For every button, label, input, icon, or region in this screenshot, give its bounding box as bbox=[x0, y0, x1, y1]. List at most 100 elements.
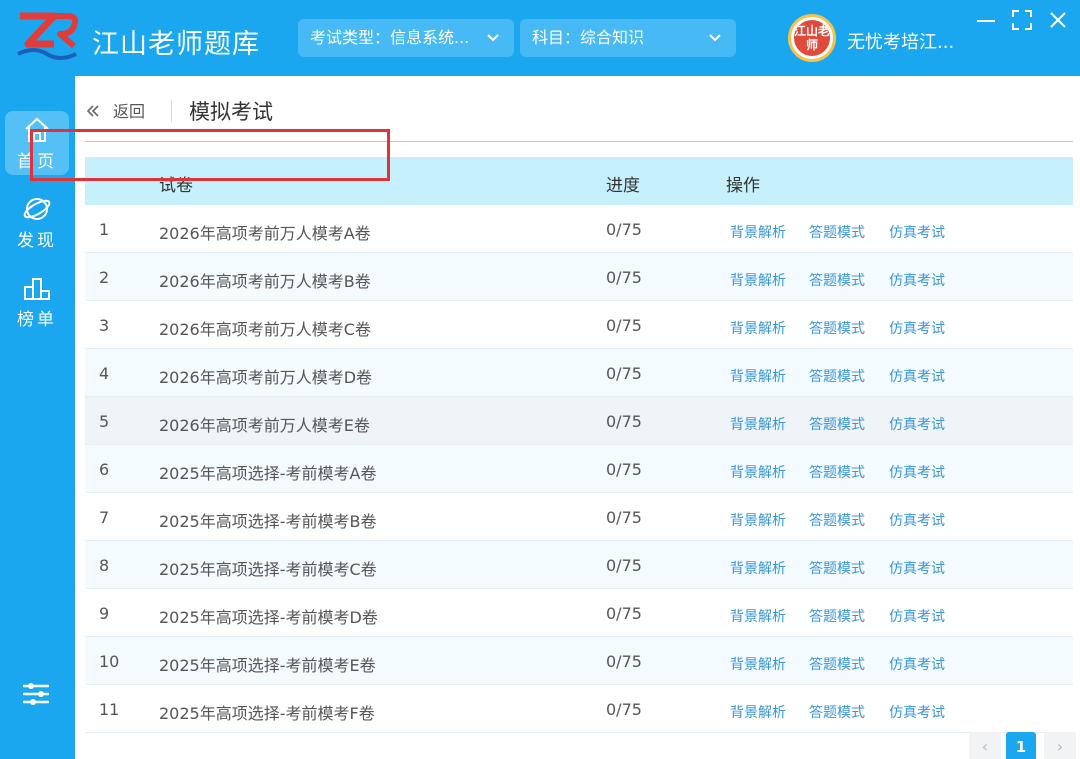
app-title: 江山老师题库 bbox=[92, 29, 260, 60]
background-analysis-link[interactable]: 背景解析 bbox=[730, 462, 786, 482]
progress-value: 0/75 bbox=[606, 460, 642, 479]
background-analysis-link[interactable]: 背景解析 bbox=[730, 558, 786, 578]
paper-name: 2025年高项选择-考前模考D卷 bbox=[159, 608, 378, 627]
background-analysis-link[interactable]: 背景解析 bbox=[730, 270, 786, 290]
background-analysis-link[interactable]: 背景解析 bbox=[730, 654, 786, 674]
paper-name: 2026年高项考前万人模考E卷 bbox=[159, 416, 370, 435]
discover-icon bbox=[23, 198, 51, 220]
row-index: 6 bbox=[99, 460, 110, 479]
background-analysis-link[interactable]: 背景解析 bbox=[730, 606, 786, 626]
answer-mode-link[interactable]: 答题模式 bbox=[809, 222, 865, 242]
table-row[interactable]: 11 2025年高项选择-考前模考F卷 0/75 背景解析 答题模式 仿真考试 bbox=[85, 685, 1073, 733]
answer-mode-link[interactable]: 答题模式 bbox=[809, 414, 865, 434]
progress-value: 0/75 bbox=[606, 364, 642, 383]
avatar[interactable]: 江山老师 bbox=[788, 14, 836, 62]
exam-type-value: 考试类型：信息系统... bbox=[310, 28, 470, 47]
sidebar-item-label: 发现 bbox=[17, 231, 57, 251]
answer-mode-link[interactable]: 答题模式 bbox=[809, 702, 865, 722]
page-title: 模拟考试 bbox=[189, 100, 273, 124]
settings-sliders-icon[interactable] bbox=[20, 678, 52, 710]
table-body: 1 2026年高项考前万人模考A卷 0/75 背景解析 答题模式 仿真考试 2 2026年高项… bbox=[85, 205, 1073, 733]
background-analysis-link[interactable]: 背景解析 bbox=[730, 414, 786, 434]
sidebar-item-discover[interactable]: 发现 bbox=[5, 190, 69, 254]
background-analysis-link[interactable]: 背景解析 bbox=[730, 222, 786, 242]
mock-exam-link[interactable]: 仿真考试 bbox=[889, 702, 945, 722]
row-index: 1 bbox=[99, 220, 110, 239]
pager-next-button[interactable]: › bbox=[1044, 732, 1076, 759]
table-row[interactable]: 5 2026年高项考前万人模考E卷 0/75 背景解析 答题模式 仿真考试 bbox=[85, 397, 1073, 445]
answer-mode-link[interactable]: 答题模式 bbox=[809, 654, 865, 674]
mock-exam-link[interactable]: 仿真考试 bbox=[889, 510, 945, 530]
double-chevron-left-icon bbox=[86, 105, 99, 117]
background-analysis-link[interactable]: 背景解析 bbox=[730, 510, 786, 530]
progress-value: 0/75 bbox=[606, 508, 642, 527]
mock-exam-link[interactable]: 仿真考试 bbox=[889, 654, 945, 674]
progress-value: 0/75 bbox=[606, 220, 642, 239]
background-analysis-link[interactable]: 背景解析 bbox=[730, 702, 786, 722]
answer-mode-link[interactable]: 答题模式 bbox=[809, 462, 865, 482]
mock-exam-link[interactable]: 仿真考试 bbox=[889, 270, 945, 290]
table-row[interactable]: 4 2026年高项考前万人模考D卷 0/75 背景解析 答题模式 仿真考试 bbox=[85, 349, 1073, 397]
row-index: 4 bbox=[99, 364, 110, 383]
paper-name: 2025年高项选择-考前模考F卷 bbox=[159, 704, 375, 723]
paper-name: 2026年高项考前万人模考A卷 bbox=[159, 224, 371, 243]
sidebar-item-ranking[interactable]: 榜单 bbox=[5, 269, 69, 333]
background-analysis-link[interactable]: 背景解析 bbox=[730, 366, 786, 386]
pager-prev-button[interactable]: ‹ bbox=[969, 732, 1001, 759]
header-actions: 操作 bbox=[726, 176, 760, 196]
answer-mode-link[interactable]: 答题模式 bbox=[809, 366, 865, 386]
table-row[interactable]: 6 2025年高项选择-考前模考A卷 0/75 背景解析 答题模式 仿真考试 bbox=[85, 445, 1073, 493]
row-index: 5 bbox=[99, 412, 110, 431]
app-window: 江山老师题库 考试类型：信息系统... 科目：综合知识 江山老师 无忧考培江..… bbox=[0, 0, 1080, 759]
mock-exam-link[interactable]: 仿真考试 bbox=[889, 462, 945, 482]
table-row[interactable]: 8 2025年高项选择-考前模考C卷 0/75 背景解析 答题模式 仿真考试 bbox=[85, 541, 1073, 589]
exam-paper-table: 试卷 进度 操作 1 2026年高项考前万人模考A卷 0/75 背景解析 答题模式 仿真考… bbox=[85, 157, 1073, 733]
row-index: 11 bbox=[99, 700, 120, 719]
table-row[interactable]: 7 2025年高项选择-考前模考B卷 0/75 背景解析 答题模式 仿真考试 bbox=[85, 493, 1073, 541]
close-icon[interactable] bbox=[1046, 8, 1072, 34]
mock-exam-link[interactable]: 仿真考试 bbox=[889, 606, 945, 626]
row-index: 8 bbox=[99, 556, 110, 575]
answer-mode-link[interactable]: 答题模式 bbox=[809, 606, 865, 626]
answer-mode-link[interactable]: 答题模式 bbox=[809, 510, 865, 530]
zr-logo bbox=[17, 12, 79, 60]
username[interactable]: 无忧考培江... bbox=[847, 28, 954, 54]
table-row[interactable]: 9 2025年高项选择-考前模考D卷 0/75 背景解析 答题模式 仿真考试 bbox=[85, 589, 1073, 637]
highlight-box bbox=[30, 129, 390, 181]
background-analysis-link[interactable]: 背景解析 bbox=[730, 318, 786, 338]
maximize-icon[interactable] bbox=[1010, 8, 1036, 34]
paper-name: 2025年高项选择-考前模考C卷 bbox=[159, 560, 377, 579]
answer-mode-link[interactable]: 答题模式 bbox=[809, 318, 865, 338]
table-row[interactable]: 3 2026年高项考前万人模考C卷 0/75 背景解析 答题模式 仿真考试 bbox=[85, 301, 1073, 349]
table-row[interactable]: 1 2026年高项考前万人模考A卷 0/75 背景解析 答题模式 仿真考试 bbox=[85, 205, 1073, 253]
minimize-icon[interactable] bbox=[974, 8, 1000, 34]
progress-value: 0/75 bbox=[606, 412, 642, 431]
back-button[interactable]: 返回 bbox=[85, 100, 145, 124]
paper-name: 2025年高项选择-考前模考E卷 bbox=[159, 656, 376, 675]
chevron-down-icon bbox=[487, 34, 499, 42]
paper-name: 2026年高项考前万人模考D卷 bbox=[159, 368, 373, 387]
answer-mode-link[interactable]: 答题模式 bbox=[809, 558, 865, 578]
paper-name: 2025年高项选择-考前模考A卷 bbox=[159, 464, 377, 483]
paper-name: 2026年高项考前万人模考B卷 bbox=[159, 272, 371, 291]
mock-exam-link[interactable]: 仿真考试 bbox=[889, 318, 945, 338]
progress-value: 0/75 bbox=[606, 316, 642, 335]
progress-value: 0/75 bbox=[606, 700, 642, 719]
paper-name: 2026年高项考前万人模考C卷 bbox=[159, 320, 371, 339]
breadcrumb-divider bbox=[171, 100, 172, 122]
mock-exam-link[interactable]: 仿真考试 bbox=[889, 558, 945, 578]
table-row[interactable]: 2 2026年高项考前万人模考B卷 0/75 背景解析 答题模式 仿真考试 bbox=[85, 253, 1073, 301]
row-index: 9 bbox=[99, 604, 110, 623]
answer-mode-link[interactable]: 答题模式 bbox=[809, 270, 865, 290]
exam-type-select[interactable]: 考试类型：信息系统... bbox=[298, 19, 514, 57]
title-bar: 江山老师题库 考试类型：信息系统... 科目：综合知识 江山老师 无忧考培江..… bbox=[0, 0, 1080, 76]
mock-exam-link[interactable]: 仿真考试 bbox=[889, 222, 945, 242]
mock-exam-link[interactable]: 仿真考试 bbox=[889, 366, 945, 386]
table-row[interactable]: 10 2025年高项选择-考前模考E卷 0/75 背景解析 答题模式 仿真考试 bbox=[85, 637, 1073, 685]
row-index: 10 bbox=[99, 652, 120, 671]
mock-exam-link[interactable]: 仿真考试 bbox=[889, 414, 945, 434]
subject-select[interactable]: 科目：综合知识 bbox=[520, 19, 736, 57]
row-index: 2 bbox=[99, 268, 110, 287]
pager-page-1[interactable]: 1 bbox=[1006, 732, 1036, 759]
back-label: 返回 bbox=[113, 102, 146, 121]
